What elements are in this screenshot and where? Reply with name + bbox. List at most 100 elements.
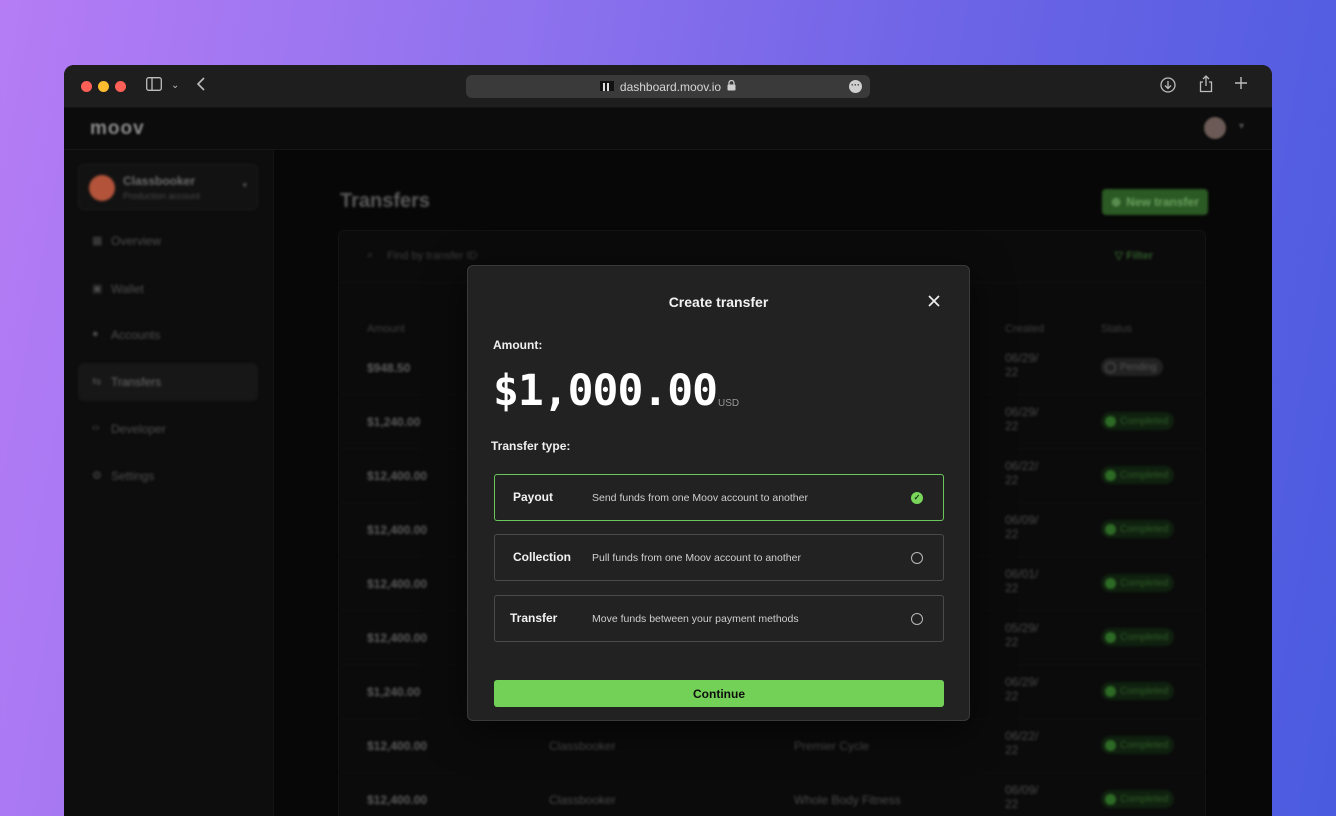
cell-created: 06/29/22 xyxy=(1005,675,1039,703)
chevron-down-icon: ▾ xyxy=(242,180,247,190)
cell-amount: $12,400.00 xyxy=(367,631,428,645)
check-circle-icon xyxy=(1105,793,1116,805)
radio-icon xyxy=(911,552,923,564)
avatar[interactable] xyxy=(1204,117,1226,139)
cell-amount: $12,400.00 xyxy=(367,739,428,753)
check-circle-icon xyxy=(1105,739,1116,751)
app-topbar: moov ▾ xyxy=(64,108,1272,150)
status-badge: Completed xyxy=(1101,736,1175,754)
sidebar: Classbooker Production account ▾ ▦ Overv… xyxy=(64,150,274,816)
status-label: Pending xyxy=(1120,361,1157,373)
page-title: Transfers xyxy=(340,190,431,212)
sidebar-item-label: Transfers xyxy=(111,375,162,389)
download-icon[interactable] xyxy=(1160,77,1176,97)
sidebar-item-label: Settings xyxy=(111,469,155,483)
cell-created: 06/22/22 xyxy=(1005,459,1039,487)
cell-amount: $1,240.00 xyxy=(367,685,421,699)
close-icon[interactable] xyxy=(927,292,941,312)
status-label: Completed xyxy=(1120,469,1169,481)
cell-created: 06/22/22 xyxy=(1005,729,1039,757)
zoom-window-button[interactable] xyxy=(115,81,126,92)
lock-icon xyxy=(727,79,736,94)
table-row[interactable]: $12,400.00 Classbooker Premier Cycle 06/22/… xyxy=(339,719,1205,773)
sidebar-item-settings[interactable]: ⚙ Settings xyxy=(78,457,258,495)
search-input[interactable]: Find by transfer ID xyxy=(387,250,477,262)
status-label: Completed xyxy=(1120,523,1169,535)
status-badge: Completed xyxy=(1101,628,1175,646)
user-icon: ● xyxy=(92,328,99,340)
account-switcher[interactable]: Classbooker Production account ▾ xyxy=(78,164,258,210)
column-header-created[interactable]: Created xyxy=(1005,323,1044,335)
sidebar-item-label: Accounts xyxy=(111,328,161,342)
wallet-icon: ▣ xyxy=(92,283,103,295)
column-header-amount[interactable]: Amount xyxy=(367,323,405,335)
option-name: Transfer xyxy=(510,611,558,625)
minimize-window-button[interactable] xyxy=(98,81,109,92)
table-row[interactable]: $12,400.00 Classbooker Whole Body Fitness 0… xyxy=(339,773,1205,816)
status-badge: Completed xyxy=(1101,790,1175,808)
close-window-button[interactable] xyxy=(81,81,92,92)
back-icon[interactable] xyxy=(196,77,206,95)
column-header-status[interactable]: Status xyxy=(1101,323,1132,335)
check-circle-icon xyxy=(1105,631,1116,643)
new-transfer-label: New transfer xyxy=(1126,195,1199,209)
sidebar-item-accounts[interactable]: ● Accounts xyxy=(78,316,258,354)
create-transfer-modal: Create transfer Amount: $1,000.00 USD Tr… xyxy=(467,265,970,721)
sidebar-toggle-icon[interactable] xyxy=(146,77,162,95)
more-icon[interactable]: ··· xyxy=(849,80,862,93)
status-badge: Completed xyxy=(1101,466,1175,484)
option-name: Payout xyxy=(513,490,554,504)
cell-from: Classbooker xyxy=(549,739,616,753)
option-description: Send funds from one Moov account to anot… xyxy=(592,492,808,504)
status-badge: Completed xyxy=(1101,520,1175,538)
chevron-down-icon[interactable]: ⌄ xyxy=(171,77,179,95)
chevron-down-icon[interactable]: ▾ xyxy=(1239,121,1244,132)
status-badge: Completed xyxy=(1101,574,1175,592)
sidebar-item-transfers[interactable]: ⇆ Transfers xyxy=(78,363,258,401)
browser-toolbar: ⌄ dashboard.moov.io ··· xyxy=(64,65,1272,108)
cell-amount: $12,400.00 xyxy=(367,793,428,807)
address-bar[interactable]: dashboard.moov.io ··· xyxy=(466,75,870,98)
pending-icon xyxy=(1105,361,1116,373)
radio-icon xyxy=(911,613,923,625)
modal-title: Create transfer xyxy=(668,294,769,310)
code-icon: ‹› xyxy=(92,422,100,434)
check-circle-icon xyxy=(1105,415,1116,427)
status-label: Completed xyxy=(1120,739,1169,751)
status-label: Completed xyxy=(1120,631,1169,643)
cell-from: Classbooker xyxy=(549,793,616,807)
transfer-type-label: Transfer type: xyxy=(491,439,571,453)
sidebar-item-wallet[interactable]: ▣ Wallet xyxy=(78,270,258,308)
sidebar-item-label: Overview xyxy=(111,234,162,248)
cell-created: 06/29/22 xyxy=(1005,405,1039,433)
check-circle-icon xyxy=(1105,685,1116,697)
moov-logo: moov xyxy=(90,118,145,139)
transfer-icon: ⇆ xyxy=(92,376,102,388)
sidebar-item-overview[interactable]: ▦ Overview xyxy=(78,222,258,260)
amount-label: Amount: xyxy=(493,338,543,352)
status-label: Completed xyxy=(1120,793,1169,805)
account-avatar xyxy=(89,175,115,201)
cell-created: 06/29/22 xyxy=(1005,351,1039,379)
option-collection[interactable]: Collection Pull funds from one Moov acco… xyxy=(494,534,944,581)
check-circle-icon xyxy=(1105,523,1116,535)
amount-input[interactable]: $1,000.00 xyxy=(493,366,718,416)
new-transfer-button[interactable]: ⊕ New transfer xyxy=(1102,189,1208,215)
option-payout[interactable]: Payout Send funds from one Moov account … xyxy=(494,474,944,521)
status-badge: Completed xyxy=(1101,682,1175,700)
share-icon[interactable] xyxy=(1199,75,1213,97)
status-badge: Pending xyxy=(1101,358,1163,376)
continue-button[interactable]: Continue xyxy=(494,680,944,707)
sidebar-item-label: Developer xyxy=(111,422,166,436)
option-transfer[interactable]: Transfer Move funds between your payment… xyxy=(494,595,944,642)
filter-button[interactable]: ▽ Filter xyxy=(1115,249,1153,262)
sidebar-item-developer[interactable]: ‹› Developer xyxy=(78,410,258,448)
account-subtitle: Production account xyxy=(123,191,201,201)
cell-created: 05/29/22 xyxy=(1005,621,1039,649)
sidebar-item-label: Wallet xyxy=(111,282,144,296)
check-circle-icon xyxy=(1105,577,1116,589)
cell-to: Whole Body Fitness xyxy=(794,793,901,807)
search-icon: ⌕ xyxy=(367,249,374,261)
new-tab-icon[interactable] xyxy=(1234,76,1248,94)
cell-amount: $12,400.00 xyxy=(367,469,428,483)
